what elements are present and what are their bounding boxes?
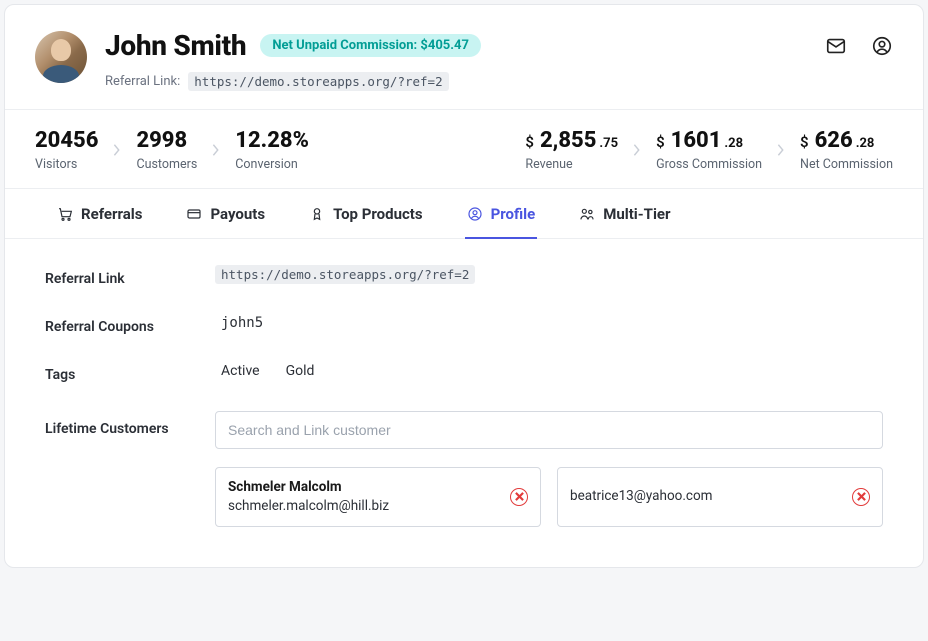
tab-profile-label: Profile — [491, 205, 536, 223]
referral-link-value[interactable]: https://demo.storeapps.org/?ref=2 — [188, 72, 448, 91]
stat-conversion-value: 12.28% — [235, 128, 309, 153]
stat-net-suffix: .28 — [856, 136, 875, 151]
tab-profile[interactable]: Profile — [465, 189, 538, 239]
stat-revenue: $ 2,855 .75 Revenue — [525, 128, 618, 172]
header-actions — [825, 35, 893, 61]
chevron-right-icon — [211, 143, 221, 157]
mail-icon[interactable] — [825, 35, 847, 61]
tab-payouts-label: Payouts — [210, 205, 265, 223]
tab-referrals[interactable]: Referrals — [55, 189, 144, 239]
customer-grid: Schmeler Malcolm schmeler.malcolm@hill.b… — [215, 467, 883, 527]
chevron-right-icon — [632, 143, 642, 157]
chevron-right-icon — [776, 143, 786, 157]
tab-multi-tier[interactable]: Multi-Tier — [577, 189, 672, 239]
customer-info: Schmeler Malcolm schmeler.malcolm@hill.b… — [228, 478, 389, 516]
tab-multi-tier-label: Multi-Tier — [603, 205, 670, 223]
chevron-right-icon — [112, 143, 122, 157]
remove-customer-button[interactable] — [510, 488, 528, 506]
stat-gross-suffix: .28 — [724, 136, 743, 151]
lifetime-customers-label: Lifetime Customers — [45, 411, 215, 437]
referral-link-label: Referral Link: — [105, 74, 180, 89]
stat-net-commission: $ 626 .28 Net Commission — [800, 128, 893, 172]
stat-net-prefix: $ — [800, 133, 809, 151]
customer-card: Schmeler Malcolm schmeler.malcolm@hill.b… — [215, 467, 541, 527]
field-lifetime-customers: Lifetime Customers Schmeler Malcolm schm… — [45, 411, 883, 527]
avatar — [35, 31, 87, 83]
stat-conversion-label: Conversion — [235, 157, 309, 172]
stat-net-value: 626 — [815, 128, 853, 153]
stat-visitors: 20456 Visitors — [35, 128, 98, 172]
referral-link-code[interactable]: https://demo.storeapps.org/?ref=2 — [215, 265, 475, 284]
tab-top-products-label: Top Products — [333, 205, 423, 223]
tag-item: Gold — [286, 363, 315, 379]
stat-visitors-value: 20456 — [35, 128, 98, 153]
customer-info: beatrice13@yahoo.com — [570, 487, 713, 506]
header-main: John Smith Net Unpaid Commission: $405.4… — [105, 29, 825, 91]
referral-link-label: Referral Link — [45, 267, 215, 287]
field-referral-link: Referral Link https://demo.storeapps.org… — [45, 267, 883, 287]
stat-revenue-suffix: .75 — [599, 136, 618, 151]
tabs: Referrals Payouts Top Products Profile M… — [5, 189, 923, 239]
tags-list: Active Gold — [215, 363, 883, 379]
field-tags: Tags Active Gold — [45, 363, 883, 383]
referral-coupons-value: john5 — [215, 315, 263, 331]
tab-payouts[interactable]: Payouts — [184, 189, 267, 239]
remove-customer-button[interactable] — [852, 488, 870, 506]
stat-revenue-prefix: $ — [525, 133, 534, 151]
affiliate-name: John Smith — [105, 29, 246, 62]
tag-item: Active — [221, 363, 260, 379]
stat-revenue-label: Revenue — [525, 157, 618, 172]
referral-coupons-label: Referral Coupons — [45, 315, 215, 335]
stat-customers-label: Customers — [136, 157, 197, 172]
stat-conversion: 12.28% Conversion — [235, 128, 309, 172]
customer-email: schmeler.malcolm@hill.biz — [228, 497, 389, 516]
customer-name: Schmeler Malcolm — [228, 478, 389, 497]
stat-gross-label: Gross Commission — [656, 157, 762, 172]
stats-row: 20456 Visitors 2998 Customers 12.28% Con… — [5, 109, 923, 189]
user-icon[interactable] — [871, 35, 893, 61]
stat-revenue-value: 2,855 — [540, 128, 596, 153]
affiliate-profile-card: John Smith Net Unpaid Commission: $405.4… — [4, 4, 924, 568]
name-row: John Smith Net Unpaid Commission: $405.4… — [105, 29, 825, 62]
stat-customers: 2998 Customers — [136, 128, 197, 172]
field-referral-coupons: Referral Coupons john5 — [45, 315, 883, 335]
stat-customers-value: 2998 — [136, 128, 187, 153]
referral-link-row: Referral Link: https://demo.storeapps.or… — [105, 72, 825, 91]
stat-net-label: Net Commission — [800, 157, 893, 172]
header: John Smith Net Unpaid Commission: $405.4… — [5, 5, 923, 109]
unpaid-commission-badge: Net Unpaid Commission: $405.47 — [260, 34, 481, 57]
stat-gross-prefix: $ — [656, 133, 665, 151]
tags-label: Tags — [45, 363, 215, 383]
stat-visitors-label: Visitors — [35, 157, 98, 172]
stat-gross-commission: $ 1601 .28 Gross Commission — [656, 128, 762, 172]
stat-gross-value: 1601 — [671, 128, 722, 153]
profile-panel: Referral Link https://demo.storeapps.org… — [5, 239, 923, 567]
customer-card: beatrice13@yahoo.com — [557, 467, 883, 527]
tab-referrals-label: Referrals — [81, 205, 142, 223]
customer-search-input[interactable] — [215, 411, 883, 449]
tab-top-products[interactable]: Top Products — [307, 189, 425, 239]
customer-email: beatrice13@yahoo.com — [570, 487, 713, 506]
